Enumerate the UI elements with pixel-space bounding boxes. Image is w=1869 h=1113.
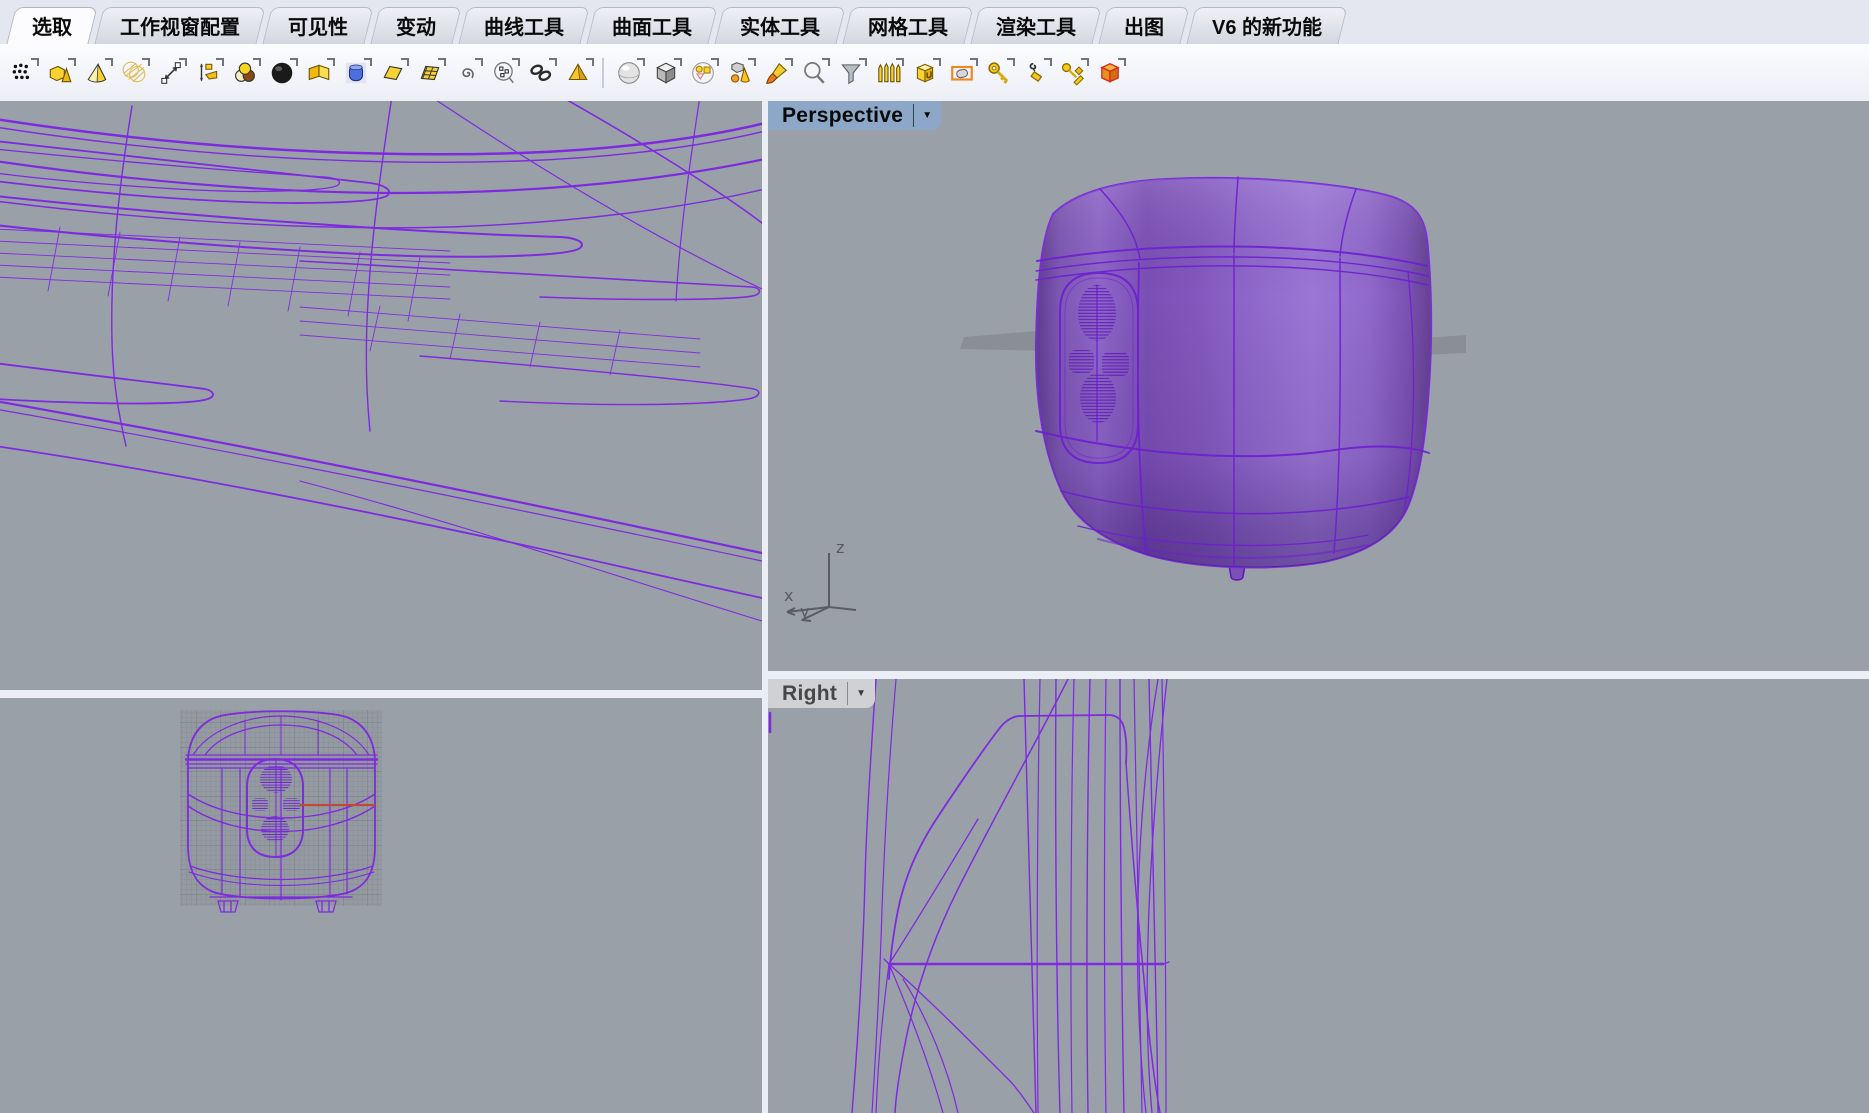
cube-gray-icon[interactable] (647, 56, 684, 90)
viewport-label-perspective[interactable]: Perspective ▼ (768, 101, 941, 130)
sphere-gray-icon[interactable] (610, 56, 647, 90)
viewport-bottom-left[interactable] (0, 698, 762, 1113)
box-edit-icon[interactable] (943, 56, 980, 90)
surface-corner-icon[interactable] (300, 56, 337, 90)
u-box-icon[interactable] (906, 56, 943, 90)
viewport-perspective[interactable]: Perspective ▼ (768, 101, 1869, 671)
cone-icon[interactable] (78, 56, 115, 90)
label-divider (847, 682, 848, 705)
sphere-black-icon[interactable] (263, 56, 300, 90)
group-circle-icon[interactable] (485, 56, 522, 90)
magnifier-icon[interactable] (795, 56, 832, 90)
tab-render-tools[interactable]: 渲染工具 (975, 7, 1097, 44)
front-wireframe-drawing (0, 698, 762, 1113)
dimension-icon[interactable] (189, 56, 226, 90)
chevron-down-icon[interactable]: ▼ (853, 689, 869, 699)
paintbrush-icon[interactable] (758, 56, 795, 90)
tab-viewport-config[interactable]: 工作视窗配置 (99, 7, 261, 44)
viewport-label-right[interactable]: Right ▼ (768, 679, 875, 708)
move-points-icon[interactable] (152, 56, 189, 90)
tab-curve-tools[interactable]: 曲线工具 (463, 7, 585, 44)
key-pair-icon[interactable] (1054, 56, 1091, 90)
primitives-circle-icon[interactable] (684, 56, 721, 90)
solids-icon[interactable] (41, 56, 78, 90)
chain-links-icon[interactable] (522, 56, 559, 90)
extrude-blue-icon[interactable] (337, 56, 374, 90)
drip-cube-icon[interactable] (721, 56, 758, 90)
hook-tag-icon[interactable] (1017, 56, 1054, 90)
hatch-circles-icon[interactable] (115, 56, 152, 90)
tab-v6-features[interactable]: V6 的新功能 (1191, 7, 1343, 44)
tab-mesh-tools[interactable]: 网格工具 (847, 7, 969, 44)
fence-icon[interactable] (869, 56, 906, 90)
viewport-title: Perspective (782, 104, 903, 128)
shaded-cooker-drawing: z x y (768, 101, 1869, 671)
toolbar-tab-bar: 选取 工作视窗配置 可见性 变动 曲线工具 曲面工具 实体工具 网格工具 渲染工… (0, 0, 1869, 44)
patch-surface-icon[interactable] (374, 56, 411, 90)
viewport-right[interactable]: Right ▼ (768, 679, 1869, 1113)
key-icon[interactable] (980, 56, 1017, 90)
pyramid-icon[interactable] (559, 56, 596, 90)
axis-z-label: z (836, 538, 844, 557)
color-wheel-icon[interactable] (226, 56, 263, 90)
axis-x-label: x (784, 586, 793, 605)
right-wireframe-drawing (768, 679, 1869, 1113)
tab-surface-tools[interactable]: 曲面工具 (591, 7, 713, 44)
toolbar-separator (602, 58, 604, 88)
tab-visibility[interactable]: 可见性 (267, 7, 369, 44)
chevron-down-icon[interactable]: ▼ (919, 111, 935, 121)
tab-transform[interactable]: 变动 (375, 7, 457, 44)
tab-layout[interactable]: 出图 (1103, 7, 1185, 44)
tab-select[interactable]: 选取 (11, 7, 93, 44)
viewport-top-left[interactable] (0, 101, 762, 690)
spiral-icon[interactable] (448, 56, 485, 90)
grid-surface-icon[interactable] (411, 56, 448, 90)
axis-y-label: y (800, 602, 809, 621)
filter-funnel-icon[interactable] (832, 56, 869, 90)
texture-cube-icon[interactable] (1091, 56, 1128, 90)
viewport-title: Right (782, 682, 837, 706)
rhino-window: 选取 工作视窗配置 可见性 变动 曲线工具 曲面工具 实体工具 网格工具 渲染工… (0, 0, 1869, 1113)
wireframe-curves-drawing (0, 101, 762, 690)
tab-solid-tools[interactable]: 实体工具 (719, 7, 841, 44)
selection-dots-icon[interactable] (4, 56, 41, 90)
main-toolbar (0, 44, 1869, 101)
label-divider (913, 104, 914, 127)
